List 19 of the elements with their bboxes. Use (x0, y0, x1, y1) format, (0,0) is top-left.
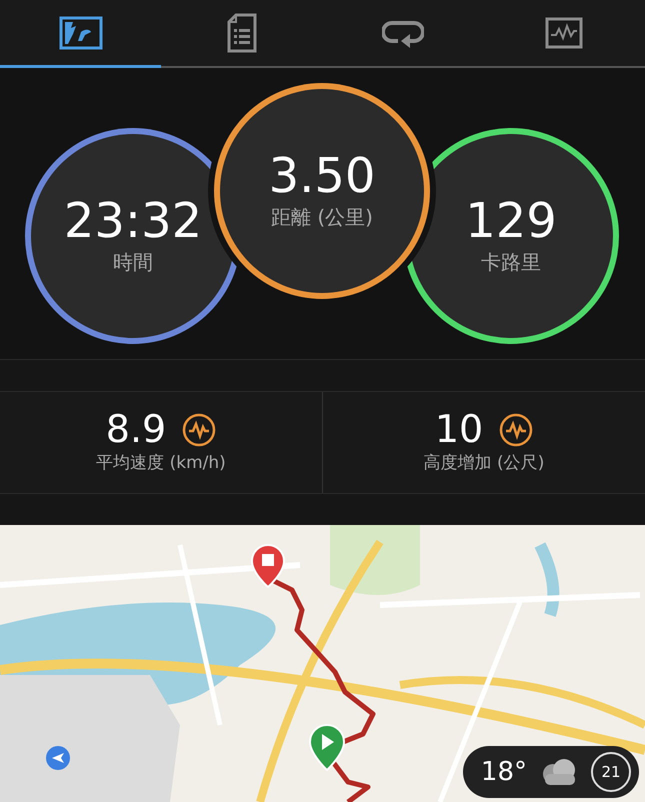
metric-value: 23:32 (64, 194, 202, 248)
start-pin-icon (309, 724, 345, 771)
finish-pin-icon (251, 544, 285, 588)
stat-label: 高度增加 (公尺) (424, 452, 544, 475)
stat-label: 平均速度 (km/h) (96, 452, 226, 475)
stat-value: 8.9 (106, 408, 166, 451)
temperature-text: 18° (480, 756, 527, 788)
stat-value: 10 (434, 408, 484, 451)
counter-text: 21 (591, 752, 631, 792)
metric-value: 3.50 (268, 150, 376, 202)
location-icon (46, 746, 70, 770)
metric-value: 129 (465, 194, 557, 248)
metric-label: 距離 (公里) (271, 204, 373, 232)
metric-label: 時間 (113, 249, 153, 276)
overview-icon (58, 16, 103, 50)
metric-label: 卡路里 (481, 249, 541, 276)
chart-pulse-icon (499, 412, 534, 447)
chart-pulse-icon (182, 412, 216, 447)
document-list-icon (226, 12, 257, 52)
